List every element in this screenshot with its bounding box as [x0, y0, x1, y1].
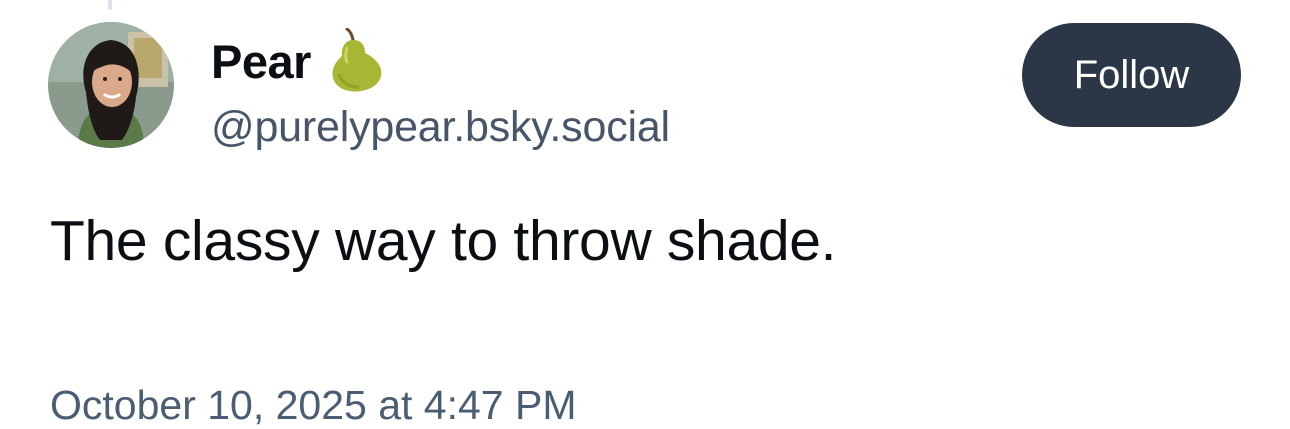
- pear-icon: [325, 27, 387, 94]
- author-display-name[interactable]: Pear: [211, 34, 311, 89]
- author-handle[interactable]: @purelypear.bsky.social: [211, 103, 670, 152]
- avatar[interactable]: [48, 22, 174, 148]
- thread-connector-line: [108, 0, 112, 10]
- follow-button[interactable]: Follow: [1022, 23, 1241, 127]
- author-name-row: Pear: [211, 27, 387, 94]
- post-text: The classy way to throw shade.: [50, 209, 837, 273]
- post-timestamp[interactable]: October 10, 2025 at 4:47 PM: [50, 382, 577, 429]
- avatar-photo-icon: [48, 22, 174, 148]
